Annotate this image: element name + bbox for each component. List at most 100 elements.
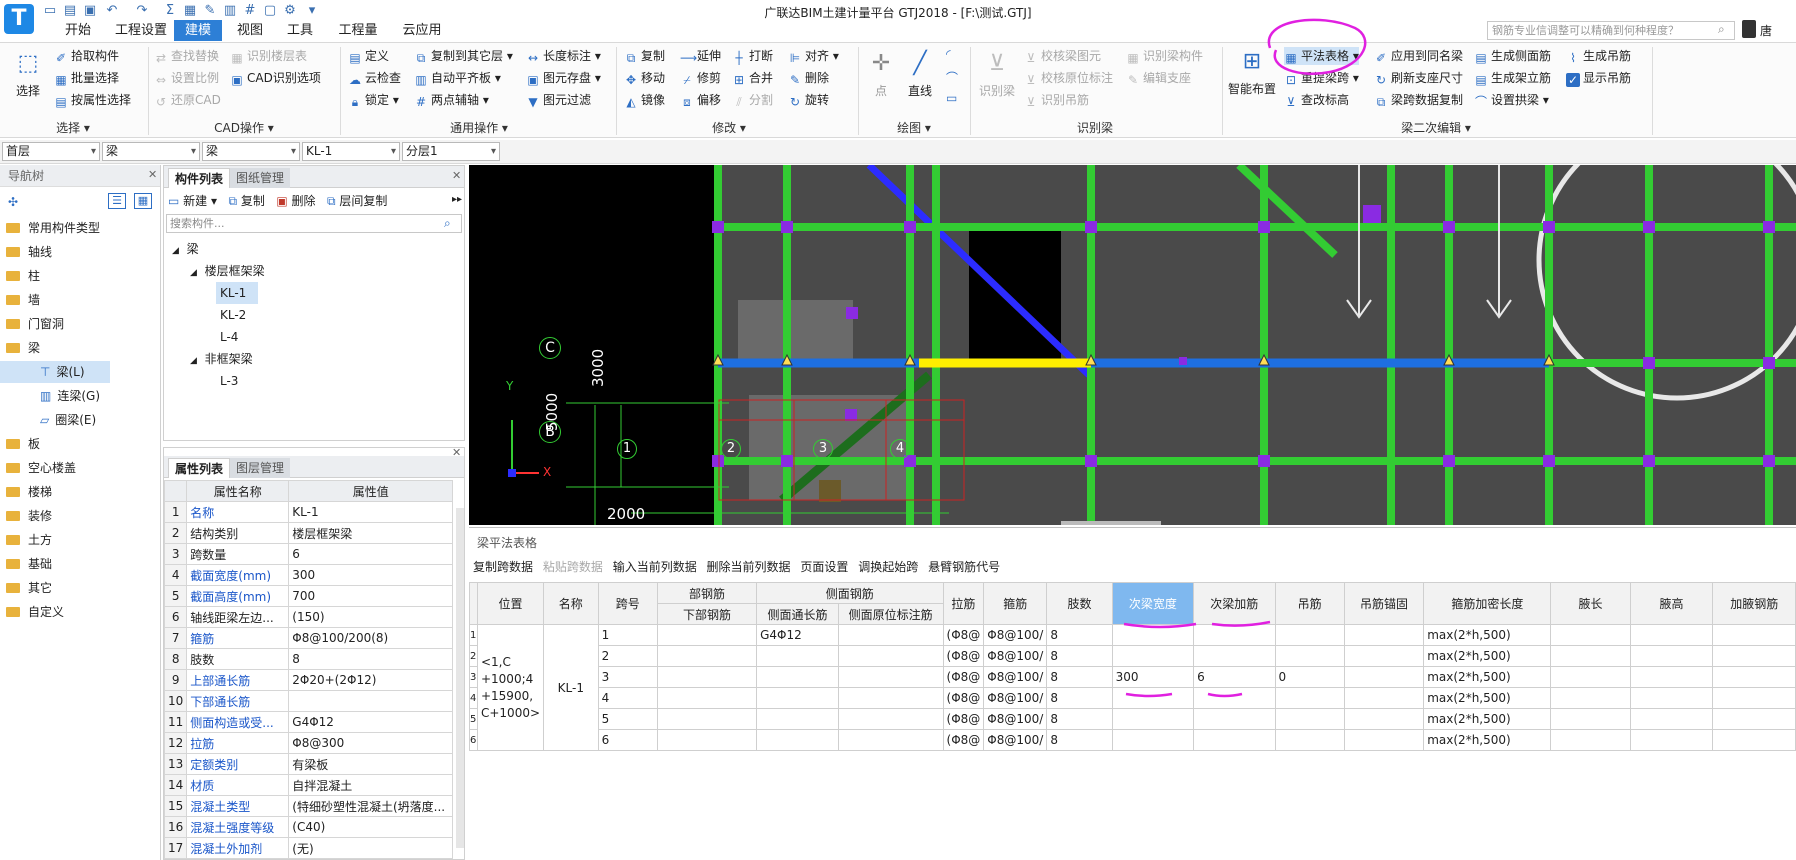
property-value[interactable]: G4Φ12 — [288, 711, 454, 733]
move-button[interactable]: ✥ 移动 — [624, 69, 665, 87]
property-value[interactable]: 300 — [288, 564, 454, 586]
tree-item-l4[interactable]: L-4 — [216, 326, 238, 348]
delete-component-button[interactable]: 删除 — [292, 194, 316, 208]
haunch-height-cell[interactable] — [1629, 729, 1714, 751]
property-value[interactable]: (150) — [288, 606, 454, 628]
tab-component-list[interactable]: 构件列表 — [168, 168, 231, 188]
rectangle-icon[interactable]: ▭ — [946, 91, 957, 105]
property-value[interactable]: (C40) — [288, 816, 454, 838]
nav-sub-ring-beam[interactable]: ▱ 圈梁(E) — [0, 409, 96, 431]
more-icon[interactable]: ▸▸ — [452, 194, 462, 205]
pick-component-button[interactable]: ✐ 拾取构件 — [54, 47, 119, 65]
hanger-anchor-cell[interactable] — [1343, 666, 1425, 688]
nav-item-column[interactable]: 柱 — [0, 265, 40, 287]
nav-item-opening[interactable]: 门窗洞 — [0, 313, 64, 335]
tab-start[interactable]: 开始 — [58, 20, 98, 41]
restore-cad-button[interactable]: ↺ 还原CAD — [154, 91, 221, 109]
legs-cell[interactable]: 8 — [1046, 645, 1113, 667]
property-row[interactable]: 1 名称 KL-1 — [163, 501, 454, 523]
hanger-cell[interactable] — [1274, 687, 1345, 709]
new-button[interactable]: 新建 ▾ — [183, 194, 217, 208]
drawing-svg[interactable] — [469, 165, 1796, 525]
tree-item-l3[interactable]: L-3 — [216, 370, 238, 392]
select-by-property-button[interactable]: ▤ 按属性选择 — [54, 91, 131, 109]
property-scrollbar[interactable] — [456, 508, 464, 848]
haunch-rebar-cell[interactable] — [1712, 666, 1796, 688]
property-value[interactable]: 有梁板 — [288, 753, 454, 775]
dense-length-cell[interactable]: max(2*h,500) — [1423, 666, 1552, 688]
nav-sub-beam-l[interactable]: ⊤ 梁(L) — [0, 361, 110, 383]
property-row[interactable]: 13 定额类别 有梁板 — [163, 753, 454, 775]
select-button[interactable]: ⬚ 选择 — [8, 49, 48, 99]
position-cell[interactable]: <1,C +1000;4 +15900, C+1000> — [476, 624, 545, 751]
close-icon[interactable]: ✕ — [148, 168, 157, 181]
define-button[interactable]: ▤ 定义 — [348, 47, 389, 65]
user-name[interactable]: 唐 — [1760, 22, 1772, 39]
mirror-button[interactable]: ◭ 镜像 — [624, 91, 665, 109]
delete-column-data-button[interactable]: 删除当前列数据 — [707, 560, 791, 574]
arc-icon[interactable]: ◜ — [946, 47, 951, 61]
hanger-anchor-cell[interactable] — [1343, 645, 1425, 667]
property-value[interactable]: 楼层框架梁 — [288, 522, 454, 544]
nav-item-hollow-floor[interactable]: 空心楼盖 — [0, 457, 76, 479]
two-point-axis-button[interactable]: # 两点辅轴 ▾ — [414, 91, 489, 109]
hanger-cell[interactable] — [1274, 624, 1345, 646]
tree-item-kl1[interactable]: KL-1 — [216, 282, 258, 304]
beam-span-row[interactable]: 6 6 (Φ8@ Φ8@100/8 max(2*h,500) — [469, 729, 1796, 751]
swap-start-span-button[interactable]: 调换起始跨 — [858, 560, 918, 574]
bottom-rebar-cell[interactable] — [656, 624, 758, 646]
stirrup-cell[interactable]: Φ8@100/ — [983, 708, 1048, 730]
extend-button[interactable]: ⟶延伸 — [680, 47, 721, 65]
tab-project-settings[interactable]: 工程设置 — [106, 20, 176, 41]
generate-hanger-button[interactable]: ⌇ 生成吊筋 — [1566, 47, 1631, 65]
side-in-situ-cell[interactable] — [837, 729, 944, 751]
haunch-rebar-cell[interactable] — [1712, 624, 1796, 646]
length-dimension-button[interactable]: ↔ 长度标注 ▾ — [526, 47, 601, 65]
category-select[interactable]: 梁 — [102, 142, 200, 161]
hanger-cell[interactable]: 0 — [1274, 666, 1345, 688]
tab-quantities[interactable]: 工程量 — [330, 20, 386, 41]
type-select[interactable]: 梁 — [202, 142, 300, 161]
property-value[interactable]: (特细砂塑性混凝土(坍落度... — [288, 795, 454, 817]
refresh-support-size-button[interactable]: ↻ 刷新支座尺寸 — [1374, 69, 1463, 87]
legs-cell[interactable]: 8 — [1046, 729, 1113, 751]
floor-select[interactable]: 首层 — [2, 142, 100, 161]
nav-item-common-types[interactable]: 常用构件类型 — [0, 217, 100, 239]
check-elevation-button[interactable]: ⊻ 查改标高 — [1284, 91, 1349, 109]
lock-button[interactable]: 🔒︎ 锁定 ▾ — [348, 91, 399, 109]
hanger-anchor-cell[interactable] — [1343, 708, 1425, 730]
dense-length-cell[interactable]: max(2*h,500) — [1423, 729, 1552, 751]
property-value[interactable]: 700 — [288, 585, 454, 607]
tree-group-non-frame-beam[interactable]: ◢ 非框架梁 — [190, 348, 253, 370]
sublayer-select[interactable]: 分层1 — [402, 142, 500, 161]
stirrup-cell[interactable]: Φ8@100/ — [983, 687, 1048, 709]
haunch-height-cell[interactable] — [1629, 666, 1714, 688]
property-row[interactable]: 5 截面高度(mm) 700 — [163, 585, 454, 607]
tree-item-kl2[interactable]: KL-2 — [216, 304, 246, 326]
nav-item-stairs[interactable]: 楼梯 — [0, 481, 52, 503]
merge-button[interactable]: ⊞ 合并 — [732, 69, 773, 87]
side-continuous-cell[interactable] — [756, 645, 839, 667]
span-cell[interactable]: 5 — [597, 708, 659, 730]
tab-cloud[interactable]: 云应用 — [394, 20, 450, 41]
side-continuous-cell[interactable] — [756, 708, 839, 730]
haunch-height-cell[interactable] — [1629, 708, 1714, 730]
haunch-length-cell[interactable] — [1550, 645, 1631, 667]
haunch-rebar-cell[interactable] — [1712, 708, 1796, 730]
property-value[interactable]: 自拌混凝土 — [288, 774, 454, 796]
delete-button[interactable]: ✎ 删除 — [788, 69, 829, 87]
secondary-beam-width-cell[interactable] — [1111, 729, 1195, 751]
span-cell[interactable]: 4 — [597, 687, 659, 709]
save-elements-button[interactable]: ▣ 图元存盘 ▾ — [526, 69, 601, 87]
property-row[interactable]: 6 轴线距梁左边... (150) — [163, 606, 454, 628]
property-row[interactable]: 8 肢数 8 — [163, 648, 454, 670]
property-row[interactable]: 2 结构类别 楼层框架梁 — [163, 522, 454, 544]
haunch-length-cell[interactable] — [1550, 624, 1631, 646]
property-row[interactable]: 14 材质 自拌混凝土 — [163, 774, 454, 796]
side-continuous-cell[interactable] — [756, 666, 839, 688]
identify-beam-component-button[interactable]: ▦ 识别梁构件 — [1126, 47, 1203, 65]
dense-length-cell[interactable]: max(2*h,500) — [1423, 624, 1552, 646]
bottom-rebar-cell[interactable] — [656, 708, 758, 730]
nav-item-slab[interactable]: 板 — [0, 433, 40, 455]
nav-sub-coupling-beam[interactable]: ▥ 连梁(G) — [0, 385, 100, 407]
